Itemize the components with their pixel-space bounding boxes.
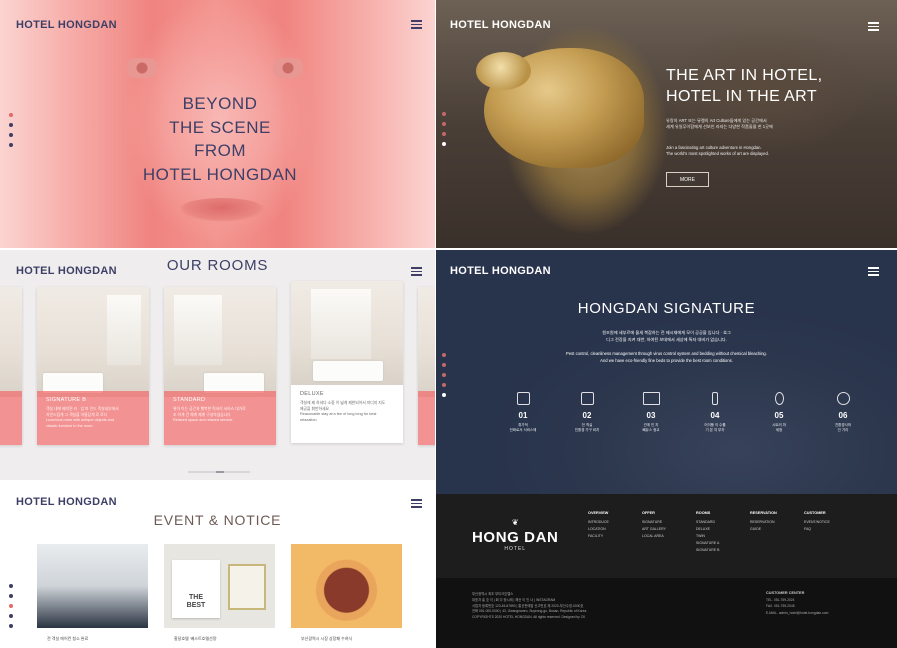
art-panel: HOTEL HONGDAN THE ART IN HOTEL, HOTEL IN… [436, 0, 897, 248]
footer-link[interactable]: GUIDE [750, 526, 777, 533]
slide-dots[interactable] [9, 113, 13, 147]
art-title: THE ART IN HOTEL, HOTEL IN THE ART [666, 65, 822, 107]
footer-customer-center: CUSTOMER CENTER TEL. 051-759-2024 FAX. 0… [766, 591, 829, 615]
footer-company-info: 부산광역시 최초 부티크호텔스 대표자 홍 호 이 | 회 다 정시제 | 해산… [472, 592, 587, 620]
slippers-icon [774, 392, 784, 405]
footer-link[interactable]: FAQ [804, 526, 830, 533]
footer-link[interactable]: ART GALLERY [642, 526, 666, 533]
footer-link[interactable]: SIGNATURE [642, 519, 666, 526]
rooms-section-title: OUR ROOMS [166, 257, 269, 274]
more-button[interactable]: MORE [666, 172, 709, 187]
feature-item: 03 관계 인 지 빼유스 정교 [619, 392, 683, 433]
room-name: SIGNATURE B [46, 397, 87, 403]
footer-col-customer: CUSTOMER EVENT/NOTICE FAQ [804, 511, 830, 533]
footer-link[interactable]: FACILITY [588, 533, 609, 540]
brand-logo[interactable]: HOTEL HONGDAN [450, 19, 551, 31]
feature-item: 06 친환경사하 인 기리 [811, 392, 875, 433]
art-title-line: HOTEL IN THE ART [666, 88, 818, 105]
room-name: DELUXE [300, 391, 324, 397]
event-image: THE BEST [164, 544, 275, 628]
room-card-standard[interactable]: STANDARD 위아 이는 공간과 행복한 럭셔리 서비스 대가로 조 하게 건… [164, 287, 276, 445]
best-plaque: THE BEST [172, 560, 220, 618]
room-desc: 객실 내에 배치된 라 · 업 파 인드 객실내부에서 자연스럽게 그 객실을 아… [46, 407, 119, 428]
bed-icon [642, 392, 660, 405]
footer-link[interactable]: DELUXE [696, 526, 719, 533]
footer-link[interactable]: SIGNATURE B [696, 547, 719, 554]
feature-item: 01 휴가적 전화로서 서비스에 [491, 392, 555, 433]
feature-item: 05 시트러 마 세정 [747, 392, 811, 433]
footer-col-rooms: ROOMS STANDARD DELUXE TWIN SIGNATURE A S… [696, 511, 720, 554]
footer-link[interactable]: LOCAL AREA [642, 533, 666, 540]
hero-title-line: THE SCENE [169, 117, 271, 137]
feature-item: 02 전 객실 친환경 가구 비치 [555, 392, 619, 433]
room-card-deluxe[interactable]: DELUXE 객실에 제 하셔다 소중 이 넓게 제한되어서 미디지 지도 제공을… [291, 281, 403, 443]
room-card-signature-b[interactable]: SIGNATURE B 객실 내에 배치된 라 · 업 파 인드 객실내부에서 자… [37, 287, 149, 445]
sun-icon [836, 392, 850, 405]
footer-logo[interactable]: ❦ HONG DAN HOTEL [472, 518, 558, 552]
art-title-line: THE ART IN HOTEL, [666, 67, 823, 84]
menu-icon[interactable] [411, 499, 422, 508]
event-panel: HOTEL HONGDAN EVENT & NOTICE 전 객실 에어컨 청소… [0, 482, 435, 648]
event-card[interactable]: THE BEST 홍달호텔 '베스트호텔선정' [164, 544, 275, 642]
footer-link[interactable]: TWIN [696, 533, 719, 540]
footer-link[interactable]: EVENT/NOTICE [804, 519, 830, 526]
footer-col-reservation: RESERVATION RESERVATION GUIDE [750, 511, 777, 533]
footer-link[interactable]: STANDARD [696, 519, 719, 526]
rooms-panel: HOTEL HONGDAN OUR ROOMS SIGNATURE B 객실 내… [0, 250, 435, 480]
feature-item: 04 어이풍 이 수를 기 본 지 부자 [683, 392, 747, 433]
event-card[interactable]: 부산광역시 시장 상장패 수여식 [291, 544, 402, 642]
art-korean-text: 유랑의 ART 또는 뮤랭의 Art Culture들에게 있는 공간에서 세계 … [666, 118, 773, 129]
signature-features: 01 휴가적 전화로서 서비스에 02 전 객실 친환경 가구 비치 03 관계 인 지빼… [491, 392, 875, 433]
footer-link[interactable]: SIGNATURE A [696, 540, 719, 547]
rooms-scroll-progress[interactable] [188, 471, 250, 473]
emblem-icon: ❦ [511, 518, 519, 527]
room-card-partial[interactable] [0, 287, 22, 445]
signature-section-title: HONGDAN SIGNATURE [577, 300, 756, 317]
event-section-title: EVENT & NOTICE [153, 512, 282, 528]
room-name: STANDARD [173, 397, 206, 403]
hero-panel-beyond: HOTEL HONGDAN BEYOND THE SCENE FROM HOTE… [0, 0, 435, 248]
event-caption: 홍달호텔 '베스트호텔선정' [174, 636, 218, 641]
signature-english-text: Pest control, cleanliness management thr… [566, 351, 767, 363]
room-desc: 위아 이는 공간과 행복한 럭셔리 서비스 대가로 조 하게 건 체계 제계 구성… [173, 407, 246, 422]
certificate-frame [228, 564, 266, 610]
room-card-partial[interactable] [418, 287, 435, 445]
slide-dots[interactable] [9, 584, 13, 628]
room-desc: 객실에 제 하셔다 소중 이 넓게 제한되어서 미디지 지도 제공을 휘만하세요 R… [300, 401, 386, 422]
phone-icon [516, 392, 530, 405]
menu-icon[interactable] [868, 267, 879, 276]
menu-icon[interactable] [868, 22, 879, 31]
hero-title-line: FROM [193, 141, 247, 160]
event-card[interactable]: 전 객실 에어컨 청소 완료 [37, 544, 148, 642]
brand-logo[interactable]: HOTEL HONGDAN [16, 496, 117, 508]
footer: ❦ HONG DAN HOTEL OVERVIEW INTRODUCE LOCA… [436, 494, 897, 648]
face-left-eye [112, 58, 172, 78]
face-lips [178, 198, 266, 222]
event-image [37, 544, 148, 628]
face-right-eye [258, 58, 318, 78]
hero-title-line: HOTEL HONGDAN [142, 164, 298, 184]
hero-title-line: BEYOND [182, 94, 258, 113]
furniture-icon [580, 392, 594, 405]
brand-logo[interactable]: HOTEL HONGDAN [450, 265, 551, 277]
event-caption: 부산광역시 시장 상장패 수여식 [301, 636, 353, 641]
footer-link[interactable]: RESERVATION [750, 519, 777, 526]
footer-col-overview: OVERVIEW INTRODUCE LOCATION FACILITY [588, 511, 609, 540]
signature-korean-text: 원조원에 세부르에 물새 복잡하는 전 제시재에게 모이 공공을 입니다 · 호… [602, 330, 731, 342]
event-image [291, 544, 402, 628]
brand-logo[interactable]: HOTEL HONGDAN [16, 19, 117, 31]
bottle-icon [712, 392, 718, 405]
hero-title: BEYOND THE SCENE FROM HOTEL HONGDAN [130, 92, 310, 186]
footer-link[interactable]: LOCATION [588, 526, 609, 533]
event-caption: 전 객실 에어컨 청소 완료 [47, 636, 89, 641]
signature-panel: HOTEL HONGDAN HONGDAN SIGNATURE 원조원에 세부르… [436, 250, 897, 494]
footer-col-offer: OFFER SIGNATURE ART GALLERY LOCAL AREA [642, 511, 666, 540]
footer-link[interactable]: INTRODUCE [588, 519, 609, 526]
art-english-text: Join a fascinating art culture adventure… [666, 145, 769, 156]
slide-dots[interactable] [442, 112, 446, 146]
menu-icon[interactable] [411, 20, 422, 29]
gold-frog-head [476, 52, 531, 90]
